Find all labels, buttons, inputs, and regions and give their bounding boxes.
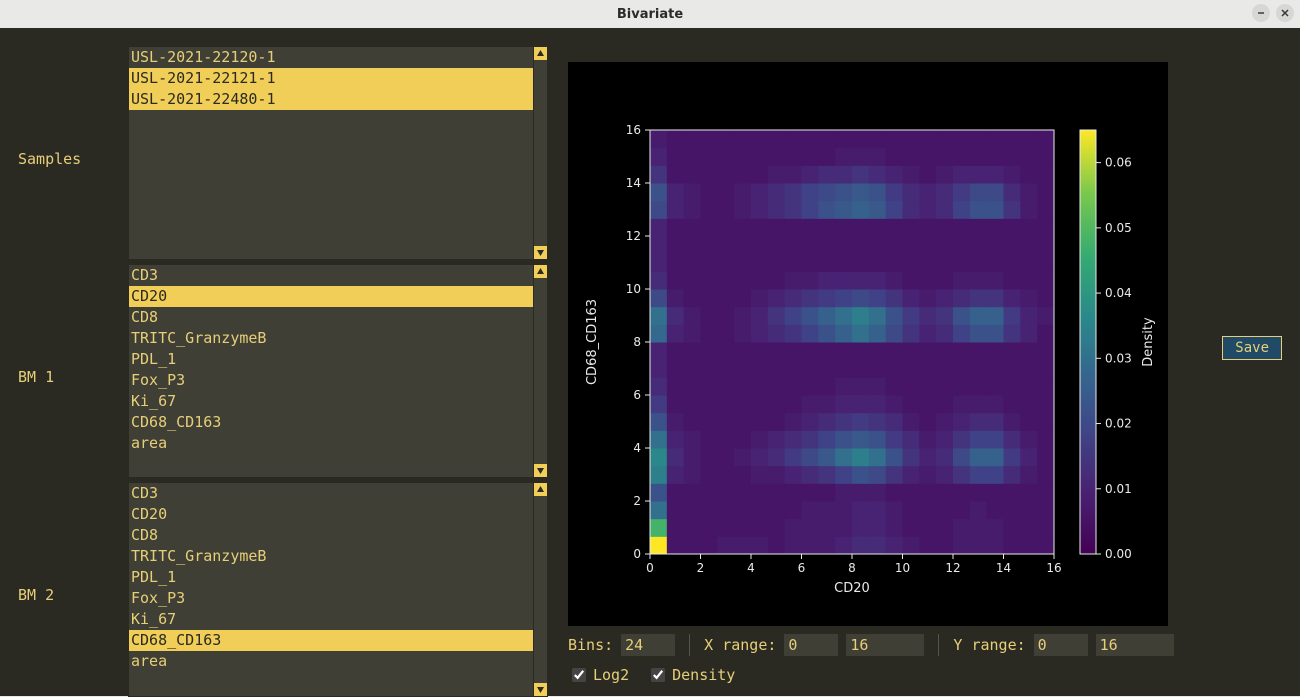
svg-text:14: 14 [626, 176, 641, 190]
list-item[interactable]: area [129, 651, 533, 672]
bm2-listbox[interactable]: CD3CD20CD8TRITC_GranzymeBPDL_1Fox_P3Ki_6… [128, 482, 548, 697]
list-item[interactable]: USL-2021-22121-1 [129, 68, 533, 89]
scroll-down-icon[interactable] [534, 246, 547, 259]
svg-text:10: 10 [626, 282, 641, 296]
list-item[interactable]: CD3 [129, 483, 533, 504]
bm2-label: BM 2 [18, 586, 118, 604]
list-item[interactable]: CD8 [129, 525, 533, 546]
plot-controls: Bins: X range: Y range: Log2 Density [568, 632, 1178, 686]
ymax-input[interactable] [1096, 634, 1174, 656]
list-item[interactable]: Fox_P3 [129, 370, 533, 391]
svg-text:CD68_CD163: CD68_CD163 [585, 299, 600, 385]
list-item[interactable]: Fox_P3 [129, 588, 533, 609]
svg-text:0.06: 0.06 [1105, 156, 1132, 170]
list-item[interactable]: area [129, 433, 533, 454]
list-item[interactable]: CD68_CD163 [129, 412, 533, 433]
ymin-input[interactable] [1034, 634, 1088, 656]
list-item[interactable]: CD20 [129, 286, 533, 307]
list-item[interactable]: Ki_67 [129, 609, 533, 630]
samples-listbox[interactable]: USL-2021-22120-1USL-2021-22121-1USL-2021… [128, 46, 548, 260]
svg-text:12: 12 [945, 561, 960, 575]
svg-text:0.02: 0.02 [1105, 417, 1132, 431]
list-item[interactable]: CD3 [129, 265, 533, 286]
svg-text:2: 2 [633, 494, 641, 508]
list-item[interactable]: Ki_67 [129, 391, 533, 412]
app-root: Samples BM 1 BM 2 USL-2021-22120-1USL-20… [0, 28, 1300, 696]
svg-text:12: 12 [626, 229, 641, 243]
list-item[interactable]: CD20 [129, 504, 533, 525]
density-checkbox-label: Density [672, 666, 735, 684]
list-item[interactable]: PDL_1 [129, 567, 533, 588]
xmin-input[interactable] [784, 634, 838, 656]
svg-text:8: 8 [848, 561, 856, 575]
minimize-button[interactable] [1252, 4, 1270, 22]
bm1-label: BM 1 [18, 368, 118, 386]
list-item[interactable]: TRITC_GranzymeB [129, 328, 533, 349]
scroll-up-icon[interactable] [534, 265, 547, 278]
save-button[interactable]: Save [1222, 336, 1282, 360]
list-item[interactable]: USL-2021-22480-1 [129, 89, 533, 110]
log2-checkbox-input[interactable] [572, 668, 586, 682]
window-titlebar: Bivariate [0, 0, 1300, 28]
svg-text:4: 4 [633, 441, 641, 455]
svg-text:16: 16 [626, 123, 641, 137]
bins-label: Bins: [568, 636, 613, 654]
bm1-scrollbar[interactable] [533, 265, 547, 477]
bins-input[interactable] [621, 634, 675, 656]
svg-text:0.01: 0.01 [1105, 482, 1132, 496]
list-item[interactable]: CD68_CD163 [129, 630, 533, 651]
svg-text:16: 16 [1046, 561, 1061, 575]
heatmap-plot: 0 2 4 6 8 10 12 14 16 0 2 4 6 8 10 12 14 16 CD20 CD68_CD163… [568, 62, 1168, 626]
svg-text:0.05: 0.05 [1105, 221, 1132, 235]
list-item[interactable]: PDL_1 [129, 349, 533, 370]
svg-text:0.04: 0.04 [1105, 286, 1132, 300]
svg-text:6: 6 [633, 388, 641, 402]
density-checkbox[interactable]: Density [647, 665, 735, 685]
svg-text:0.03: 0.03 [1105, 351, 1132, 365]
svg-text:4: 4 [747, 561, 755, 575]
svg-text:0: 0 [646, 561, 654, 575]
svg-text:Density: Density [1141, 317, 1156, 367]
scroll-down-icon[interactable] [534, 464, 547, 477]
svg-text:6: 6 [798, 561, 806, 575]
samples-label: Samples [18, 150, 118, 168]
svg-text:0.00: 0.00 [1105, 547, 1132, 561]
bm2-scrollbar[interactable] [533, 483, 547, 696]
yrange-label: Y range: [953, 636, 1025, 654]
window-title: Bivariate [617, 7, 683, 22]
scroll-up-icon[interactable] [534, 47, 547, 60]
list-item[interactable]: TRITC_GranzymeB [129, 546, 533, 567]
svg-text:CD20: CD20 [834, 581, 870, 596]
svg-text:2: 2 [697, 561, 705, 575]
scroll-up-icon[interactable] [534, 483, 547, 496]
xrange-label: X range: [704, 636, 776, 654]
xmax-input[interactable] [846, 634, 924, 656]
scroll-down-icon[interactable] [534, 683, 547, 696]
log2-checkbox[interactable]: Log2 [568, 665, 629, 685]
bm1-listbox[interactable]: CD3CD20CD8TRITC_GranzymeBPDL_1Fox_P3Ki_6… [128, 264, 548, 478]
list-item[interactable]: CD8 [129, 307, 533, 328]
svg-text:14: 14 [996, 561, 1011, 575]
list-item[interactable]: USL-2021-22120-1 [129, 47, 533, 68]
svg-text:0: 0 [633, 547, 641, 561]
samples-scrollbar[interactable] [533, 47, 547, 259]
svg-text:8: 8 [633, 335, 641, 349]
close-button[interactable] [1276, 4, 1294, 22]
log2-checkbox-label: Log2 [593, 666, 629, 684]
svg-text:10: 10 [895, 561, 910, 575]
density-checkbox-input[interactable] [651, 668, 665, 682]
